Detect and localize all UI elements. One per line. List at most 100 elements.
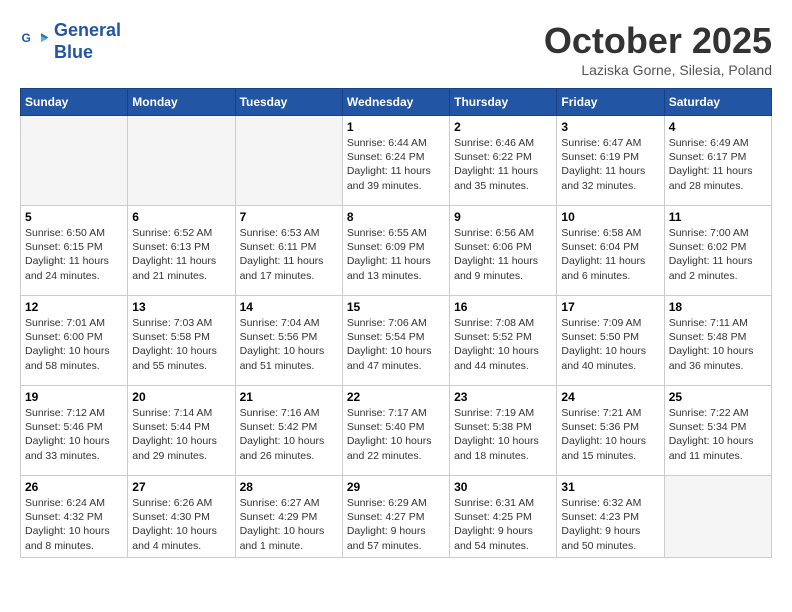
day-info: Sunrise: 7:06 AMSunset: 5:54 PMDaylight:… — [347, 316, 445, 373]
day-number: 17 — [561, 300, 659, 314]
svg-text:G: G — [22, 31, 31, 45]
day-number: 9 — [454, 210, 552, 224]
day-info: Sunrise: 7:22 AMSunset: 5:34 PMDaylight:… — [669, 406, 767, 463]
day-number: 28 — [240, 480, 338, 494]
day-info: Sunrise: 6:29 AMSunset: 4:27 PMDaylight:… — [347, 496, 445, 553]
calendar-table: SundayMondayTuesdayWednesdayThursdayFrid… — [20, 88, 772, 558]
day-info: Sunrise: 7:04 AMSunset: 5:56 PMDaylight:… — [240, 316, 338, 373]
calendar-cell: 27 Sunrise: 6:26 AMSunset: 4:30 PMDayligh… — [128, 476, 235, 558]
calendar-cell: 13Sunrise: 7:03 AMSunset: 5:58 PMDayligh… — [128, 296, 235, 386]
calendar-cell: 19Sunrise: 7:12 AMSunset: 5:46 PMDayligh… — [21, 386, 128, 476]
day-info: Sunrise: 7:09 AMSunset: 5:50 PMDaylight:… — [561, 316, 659, 373]
day-number: 30 — [454, 480, 552, 494]
day-info: Sunrise: 6:27 AMSunset: 4:29 PMDaylight:… — [240, 496, 338, 553]
calendar-cell: 26 Sunrise: 6:24 AMSunset: 4:32 PMDayligh… — [21, 476, 128, 558]
calendar-week-row: 5 Sunrise: 6:50 AMSunset: 6:15 PMDaylight… — [21, 206, 772, 296]
day-info: Sunrise: 6:47 AMSunset: 6:19 PMDaylight:… — [561, 136, 659, 193]
calendar-cell: 14 Sunrise: 7:04 AMSunset: 5:56 PMDayligh… — [235, 296, 342, 386]
day-info: Sunrise: 7:19 AMSunset: 5:38 PMDaylight:… — [454, 406, 552, 463]
day-info: Sunrise: 6:53 AMSunset: 6:11 PMDaylight:… — [240, 226, 338, 283]
title-block: October 2025 Laziska Gorne, Silesia, Pol… — [544, 20, 772, 78]
day-number: 31 — [561, 480, 659, 494]
location-subtitle: Laziska Gorne, Silesia, Poland — [544, 62, 772, 78]
calendar-cell: 4 Sunrise: 6:49 AMSunset: 6:17 PMDaylight… — [664, 116, 771, 206]
calendar-week-row: 1Sunrise: 6:44 AMSunset: 6:24 PMDaylight… — [21, 116, 772, 206]
weekday-header-sunday: Sunday — [21, 89, 128, 116]
weekday-header-saturday: Saturday — [664, 89, 771, 116]
day-number: 15 — [347, 300, 445, 314]
day-number: 27 — [132, 480, 230, 494]
day-number: 5 — [25, 210, 123, 224]
day-info: Sunrise: 6:49 AMSunset: 6:17 PMDaylight:… — [669, 136, 767, 193]
calendar-cell: 25 Sunrise: 7:22 AMSunset: 5:34 PMDayligh… — [664, 386, 771, 476]
calendar-cell: 11 Sunrise: 7:00 AMSunset: 6:02 PMDayligh… — [664, 206, 771, 296]
day-number: 3 — [561, 120, 659, 134]
month-title: October 2025 — [544, 20, 772, 62]
day-number: 24 — [561, 390, 659, 404]
logo: G General Blue — [20, 20, 121, 63]
weekday-header-thursday: Thursday — [450, 89, 557, 116]
weekday-header-wednesday: Wednesday — [342, 89, 449, 116]
calendar-cell: 16Sunrise: 7:08 AMSunset: 5:52 PMDayligh… — [450, 296, 557, 386]
calendar-cell: 28 Sunrise: 6:27 AMSunset: 4:29 PMDayligh… — [235, 476, 342, 558]
calendar-cell: 15 Sunrise: 7:06 AMSunset: 5:54 PMDayligh… — [342, 296, 449, 386]
calendar-week-row: 26 Sunrise: 6:24 AMSunset: 4:32 PMDayligh… — [21, 476, 772, 558]
day-number: 20 — [132, 390, 230, 404]
day-number: 7 — [240, 210, 338, 224]
day-info: Sunrise: 6:24 AMSunset: 4:32 PMDaylight:… — [25, 496, 123, 553]
day-number: 14 — [240, 300, 338, 314]
calendar-cell: 3 Sunrise: 6:47 AMSunset: 6:19 PMDaylight… — [557, 116, 664, 206]
calendar-cell: 22Sunrise: 7:17 AMSunset: 5:40 PMDayligh… — [342, 386, 449, 476]
day-info: Sunrise: 7:08 AMSunset: 5:52 PMDaylight:… — [454, 316, 552, 373]
logo-text: General Blue — [54, 20, 121, 63]
logo-icon: G — [20, 27, 50, 57]
calendar-week-row: 12 Sunrise: 7:01 AMSunset: 6:00 PMDayligh… — [21, 296, 772, 386]
calendar-cell — [664, 476, 771, 558]
calendar-cell — [21, 116, 128, 206]
weekday-header-friday: Friday — [557, 89, 664, 116]
day-number: 18 — [669, 300, 767, 314]
day-info: Sunrise: 7:01 AMSunset: 6:00 PMDaylight:… — [25, 316, 123, 373]
day-number: 19 — [25, 390, 123, 404]
calendar-cell: 31Sunrise: 6:32 AMSunset: 4:23 PMDayligh… — [557, 476, 664, 558]
calendar-cell: 12 Sunrise: 7:01 AMSunset: 6:00 PMDayligh… — [21, 296, 128, 386]
day-info: Sunrise: 6:50 AMSunset: 6:15 PMDaylight:… — [25, 226, 123, 283]
calendar-cell: 9 Sunrise: 6:56 AMSunset: 6:06 PMDaylight… — [450, 206, 557, 296]
weekday-header-monday: Monday — [128, 89, 235, 116]
day-number: 2 — [454, 120, 552, 134]
day-info: Sunrise: 6:58 AMSunset: 6:04 PMDaylight:… — [561, 226, 659, 283]
day-number: 29 — [347, 480, 445, 494]
calendar-cell: 6Sunrise: 6:52 AMSunset: 6:13 PMDaylight… — [128, 206, 235, 296]
day-number: 11 — [669, 210, 767, 224]
day-info: Sunrise: 6:26 AMSunset: 4:30 PMDaylight:… — [132, 496, 230, 553]
calendar-cell: 7 Sunrise: 6:53 AMSunset: 6:11 PMDaylight… — [235, 206, 342, 296]
weekday-header-tuesday: Tuesday — [235, 89, 342, 116]
day-number: 12 — [25, 300, 123, 314]
day-info: Sunrise: 7:11 AMSunset: 5:48 PMDaylight:… — [669, 316, 767, 373]
day-number: 25 — [669, 390, 767, 404]
day-number: 4 — [669, 120, 767, 134]
calendar-cell: 24Sunrise: 7:21 AMSunset: 5:36 PMDayligh… — [557, 386, 664, 476]
day-number: 8 — [347, 210, 445, 224]
day-info: Sunrise: 7:00 AMSunset: 6:02 PMDaylight:… — [669, 226, 767, 283]
logo-line2: Blue — [54, 42, 93, 62]
day-info: Sunrise: 6:55 AMSunset: 6:09 PMDaylight:… — [347, 226, 445, 283]
calendar-cell: 2Sunrise: 6:46 AMSunset: 6:22 PMDaylight… — [450, 116, 557, 206]
day-info: Sunrise: 6:56 AMSunset: 6:06 PMDaylight:… — [454, 226, 552, 283]
calendar-cell — [128, 116, 235, 206]
day-info: Sunrise: 6:52 AMSunset: 6:13 PMDaylight:… — [132, 226, 230, 283]
weekday-header-row: SundayMondayTuesdayWednesdayThursdayFrid… — [21, 89, 772, 116]
day-number: 26 — [25, 480, 123, 494]
calendar-cell: 30 Sunrise: 6:31 AMSunset: 4:25 PMDayligh… — [450, 476, 557, 558]
calendar-cell: 1Sunrise: 6:44 AMSunset: 6:24 PMDaylight… — [342, 116, 449, 206]
calendar-cell: 8 Sunrise: 6:55 AMSunset: 6:09 PMDaylight… — [342, 206, 449, 296]
calendar-cell: 20Sunrise: 7:14 AMSunset: 5:44 PMDayligh… — [128, 386, 235, 476]
calendar-cell: 23 Sunrise: 7:19 AMSunset: 5:38 PMDayligh… — [450, 386, 557, 476]
calendar-cell — [235, 116, 342, 206]
calendar-cell: 5 Sunrise: 6:50 AMSunset: 6:15 PMDaylight… — [21, 206, 128, 296]
day-number: 23 — [454, 390, 552, 404]
day-number: 1 — [347, 120, 445, 134]
day-number: 13 — [132, 300, 230, 314]
day-info: Sunrise: 6:31 AMSunset: 4:25 PMDaylight:… — [454, 496, 552, 553]
page-header: G General Blue October 2025 Laziska Gorn… — [20, 20, 772, 78]
